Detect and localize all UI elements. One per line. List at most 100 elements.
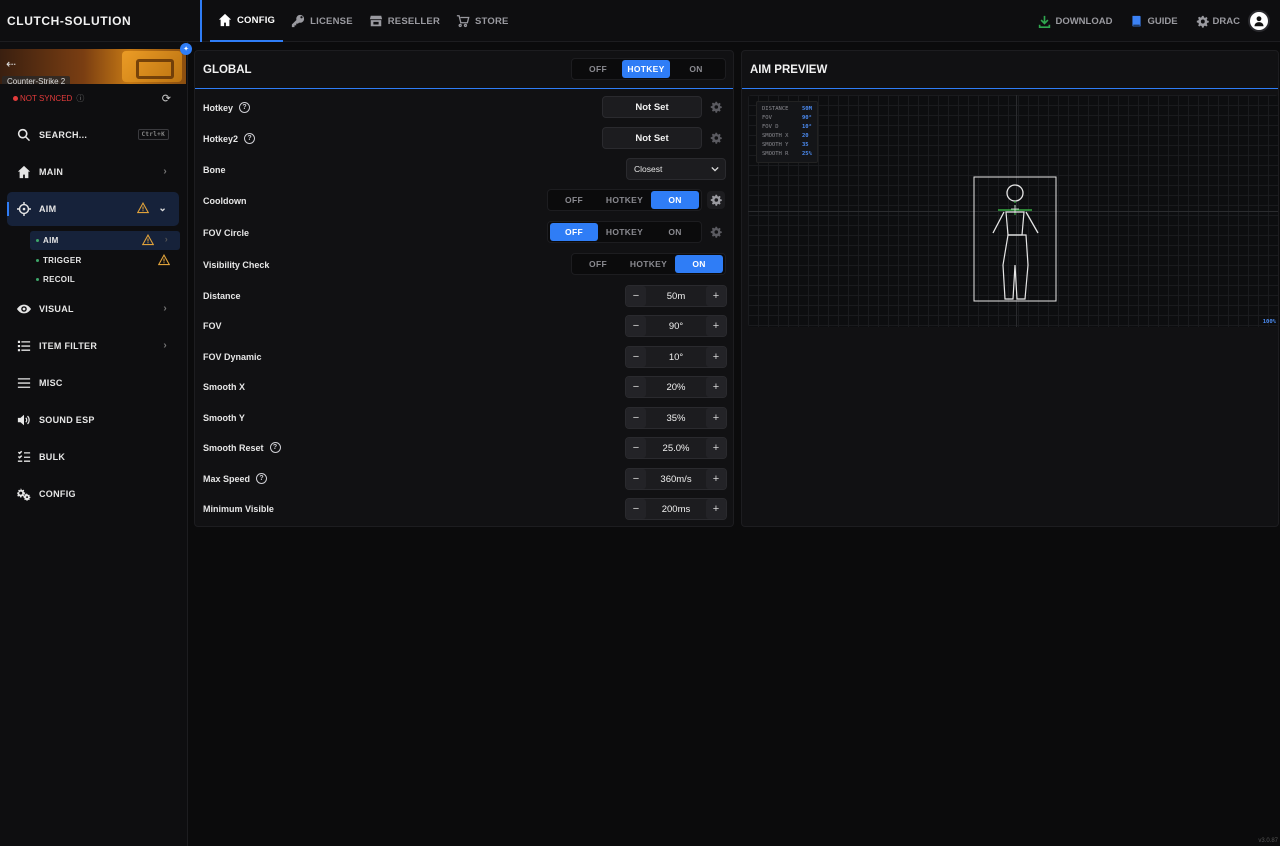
max-speed-label: Max Speed (203, 473, 251, 484)
sidebar-search[interactable]: SEARCH... Ctrl+K (7, 118, 179, 152)
global-mode-on[interactable]: ON (670, 60, 722, 78)
cooldown-label: Cooldown (203, 196, 247, 206)
game-name: Counter-Strike 2 (2, 76, 71, 84)
increment-button[interactable]: + (706, 377, 726, 397)
nav-config[interactable]: CONFIG (210, 0, 284, 42)
search-icon (17, 128, 31, 142)
pin-icon[interactable]: ✦ (180, 43, 192, 55)
bullet-icon (36, 239, 39, 242)
sidebar-subitem-trigger[interactable]: TRIGGER (30, 251, 180, 270)
increment-button[interactable]: + (706, 408, 726, 428)
hotkey2-settings-button[interactable] (707, 129, 725, 147)
store-icon (369, 15, 382, 27)
cooldown-row-label: Cooldown (203, 196, 247, 206)
sidebar-item-bulk[interactable]: BULK (7, 440, 179, 474)
increment-button[interactable]: + (706, 286, 726, 306)
increment-button[interactable]: + (706, 347, 726, 367)
global-mode-hotkey[interactable]: HOTKEY (622, 60, 670, 78)
stat-key: SMOOTH X (762, 133, 789, 139)
stat-row: FOV D 10° (762, 123, 812, 132)
help-icon[interactable]: ? (256, 473, 268, 484)
help-icon[interactable]: ? (239, 102, 251, 113)
sidebar-subitem-recoil[interactable]: RECOIL (30, 270, 180, 289)
help-icon[interactable]: ? (244, 133, 256, 144)
help-icon[interactable]: ? (269, 442, 281, 453)
increment-button[interactable]: + (706, 499, 726, 519)
nav-store[interactable]: STORE (448, 0, 517, 42)
sidebar-item-config[interactable]: CONFIG (7, 477, 179, 511)
hotkey-bind-button[interactable]: Not Set (602, 96, 702, 118)
refresh-icon[interactable]: ⟳ (162, 92, 171, 105)
decrement-button[interactable]: − (626, 438, 646, 458)
nav-reseller[interactable]: RESELLER (361, 0, 448, 42)
decrement-button[interactable]: − (626, 408, 646, 428)
bone-select[interactable]: Closest (626, 158, 726, 180)
info-icon[interactable]: ⓘ (76, 93, 84, 104)
decrement-button[interactable]: − (626, 347, 646, 367)
fov-circle-settings-button[interactable] (707, 223, 725, 241)
fov-circle-off[interactable]: OFF (550, 223, 598, 241)
fov-value[interactable]: 90° (646, 321, 706, 332)
top-right-actions: DOWNLOAD GUIDE DRAC (1038, 0, 1270, 42)
decrement-button[interactable]: − (626, 499, 646, 519)
chevron-down-icon: ⌄ (158, 203, 167, 214)
max-speed-value[interactable]: 360m/s (646, 474, 706, 485)
visibility-check-on[interactable]: ON (675, 255, 723, 273)
cooldown-off[interactable]: OFF (550, 191, 598, 209)
visibility-check-label: Visibility Check (203, 260, 270, 270)
download-button[interactable]: DOWNLOAD (1038, 15, 1112, 28)
global-title: GLOBAL (203, 63, 252, 76)
smooth-reset-row-label: Smooth Reset ? (203, 442, 281, 453)
visibility-check-off[interactable]: OFF (574, 255, 622, 273)
sidebar-item-aim[interactable]: AIM ⌄ (7, 192, 179, 226)
decrement-button[interactable]: − (626, 286, 646, 306)
checklist-icon (17, 450, 31, 462)
fov-circle-hotkey[interactable]: HOTKEY (598, 223, 651, 241)
aim-preview-canvas[interactable]: DISTANCE 50M FOV 90° FOV D 10° SMOOTH X 20 S… (748, 95, 1278, 327)
fov-label: FOV (203, 321, 222, 331)
sidebar-item-misc-label: MISC (39, 378, 63, 388)
avatar[interactable] (1248, 10, 1270, 32)
cooldown-hotkey[interactable]: HOTKEY (598, 191, 651, 209)
sidebar-item-aim-label: AIM (39, 204, 57, 214)
cooldown-on[interactable]: ON (651, 191, 699, 209)
sidebar-item-visual[interactable]: VISUAL › (7, 292, 179, 326)
sidebar-item-config-label: CONFIG (39, 489, 76, 499)
decrement-button[interactable]: − (626, 377, 646, 397)
nav-license[interactable]: LICENSE (283, 0, 361, 42)
guide-button[interactable]: GUIDE (1130, 15, 1178, 28)
fov-circle-row-label: FOV Circle (203, 228, 249, 238)
minimum-visible-row-label: Minimum Visible (203, 504, 274, 514)
fov-dynamic-value[interactable]: 10° (646, 352, 706, 363)
cooldown-settings-button[interactable] (707, 191, 725, 209)
smooth-reset-value[interactable]: 25.0% (646, 443, 706, 454)
global-panel-header: GLOBAL OFF HOTKEY ON (195, 51, 733, 89)
hotkey-settings-button[interactable] (707, 98, 725, 116)
sidebar-subitem-aim[interactable]: AIM › (30, 231, 180, 250)
visibility-check-hotkey[interactable]: HOTKEY (622, 255, 675, 273)
hotkey2-bind-button[interactable]: Not Set (602, 127, 702, 149)
smooth-y-value[interactable]: 35% (646, 413, 706, 424)
version-label: v3.0.87 (1258, 838, 1278, 844)
minimum-visible-value[interactable]: 200ms (646, 504, 706, 515)
decrement-button[interactable]: − (626, 316, 646, 336)
sidebar-item-misc[interactable]: MISC (7, 366, 179, 400)
user-menu-button[interactable]: DRAC (1196, 15, 1240, 28)
sidebar-item-main[interactable]: MAIN › (7, 155, 179, 189)
smooth-x-value[interactable]: 20% (646, 382, 706, 393)
increment-button[interactable]: + (706, 469, 726, 489)
distance-row-label: Distance (203, 291, 241, 301)
fov-circle-on[interactable]: ON (651, 223, 699, 241)
increment-button[interactable]: + (706, 316, 726, 336)
sidebar-item-item-filter[interactable]: ITEM FILTER › (7, 329, 179, 363)
game-banner[interactable]: ⇠ Counter-Strike 2 (0, 49, 186, 84)
list-icon (17, 340, 31, 352)
stat-value: 20 (802, 133, 809, 139)
back-arrow-icon[interactable]: ⇠ (6, 57, 16, 71)
distance-value[interactable]: 50m (646, 291, 706, 302)
increment-button[interactable]: + (706, 438, 726, 458)
decrement-button[interactable]: − (626, 469, 646, 489)
target-bounding-box (973, 176, 1057, 302)
sidebar-item-sound-esp[interactable]: SOUND ESP (7, 403, 179, 437)
global-mode-off[interactable]: OFF (574, 60, 622, 78)
